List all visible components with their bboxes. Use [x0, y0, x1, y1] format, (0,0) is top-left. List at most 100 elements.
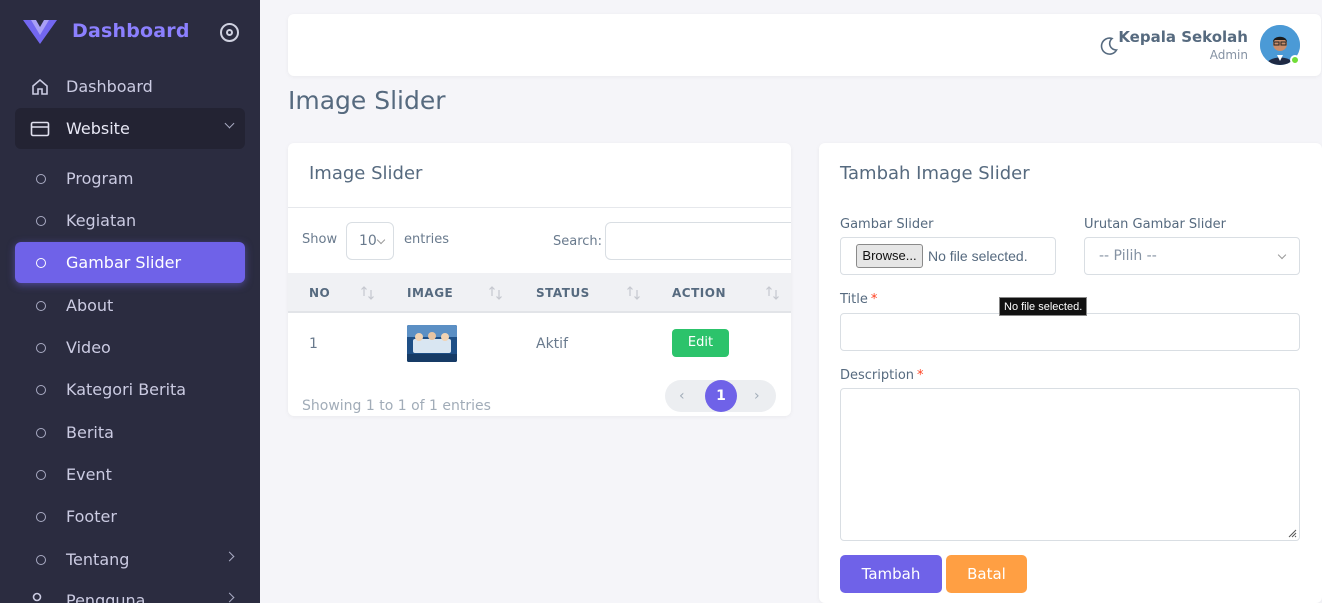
file-input-tooltip: No file selected. [999, 297, 1088, 316]
show-label: Show [302, 232, 338, 247]
chevron-right-icon [224, 592, 235, 603]
brand-name: Dashboard [72, 20, 190, 42]
sidebar-item-label: Kegiatan [66, 211, 137, 230]
chevron-right-icon [224, 551, 235, 562]
column-header-status[interactable]: STATUS [536, 286, 590, 300]
sidebar-item-berita[interactable]: Berita [15, 412, 245, 453]
pagination: ‹ 1 › [665, 380, 776, 412]
entries-label: entries [404, 232, 450, 247]
sidebar: Dashboard Dashboard Website Program Kegi… [0, 0, 260, 603]
sidebar-item-pengguna[interactable]: Pengguna [15, 580, 245, 603]
online-status-icon [1290, 55, 1300, 65]
logo-icon [23, 20, 57, 44]
required-mark: * [870, 292, 878, 307]
sidebar-item-label: Event [66, 465, 112, 484]
users-icon [32, 592, 42, 602]
edit-button[interactable]: Edit [672, 329, 729, 357]
sidebar-item-label: Website [66, 119, 130, 138]
pagination-prev-button[interactable]: ‹ [679, 388, 685, 404]
sidebar-item-label: Dashboard [66, 77, 153, 96]
table-info: Showing 1 to 1 of 1 entries [302, 398, 491, 414]
chevron-down-icon [224, 118, 235, 129]
sidebar-item-event[interactable]: Event [15, 454, 245, 495]
resize-handle-icon[interactable] [1286, 527, 1297, 538]
chevron-down-icon [1277, 250, 1287, 260]
sidebar-item-program[interactable]: Program [15, 158, 245, 199]
slider-thumbnail [407, 325, 457, 362]
circle-icon [36, 258, 46, 268]
sidebar-item-dashboard[interactable]: Dashboard [15, 66, 245, 107]
moon-icon[interactable] [1099, 36, 1119, 56]
circle-icon [36, 174, 46, 184]
user-role: Admin [1209, 48, 1248, 62]
sidebar-item-about[interactable]: About [15, 285, 245, 326]
sidebar-item-kategori-berita[interactable]: Kategori Berita [15, 369, 245, 410]
required-mark: * [917, 368, 924, 383]
description-textarea[interactable] [840, 388, 1300, 541]
batal-button[interactable]: Batal [946, 555, 1027, 593]
circle-icon [36, 216, 46, 226]
brand[interactable]: Dashboard [22, 18, 190, 44]
sidebar-item-gambar-slider[interactable]: Gambar Slider [15, 242, 245, 283]
circle-icon [36, 385, 46, 395]
browser-window-icon [30, 121, 50, 137]
urutan-select-value: -- Pilih -- [1099, 248, 1157, 264]
sidebar-item-kegiatan[interactable]: Kegiatan [15, 200, 245, 241]
sidebar-item-label: About [66, 296, 114, 315]
row-no: 1 [309, 336, 318, 352]
title-label: Title * [840, 292, 878, 307]
page-title: Image Slider [288, 86, 446, 115]
tambah-button[interactable]: Tambah [840, 555, 942, 593]
sidebar-item-label: Footer [66, 507, 117, 526]
home-icon [32, 78, 48, 95]
title-input[interactable] [840, 313, 1300, 351]
sidebar-toggle-icon[interactable] [220, 23, 239, 42]
circle-icon [36, 555, 46, 565]
sidebar-item-label: Tentang [66, 550, 130, 569]
column-header-no[interactable]: NO [309, 286, 330, 300]
sidebar-item-website[interactable]: Website [15, 108, 245, 149]
circle-icon [36, 512, 46, 522]
top-navbar: Kepala Sekolah Admin [288, 14, 1321, 76]
card-title: Image Slider [309, 163, 423, 184]
column-header-action[interactable]: ACTION [672, 286, 726, 300]
chevron-down-icon [376, 235, 386, 245]
file-status: No file selected. [928, 248, 1028, 264]
search-input[interactable] [605, 222, 791, 260]
sidebar-item-label: Kategori Berita [66, 380, 187, 399]
sidebar-item-tentang[interactable]: Tentang [15, 539, 245, 580]
column-header-image[interactable]: IMAGE [407, 286, 453, 300]
sort-icon[interactable] [626, 284, 642, 302]
sidebar-item-video[interactable]: Video [15, 327, 245, 368]
card-title: Tambah Image Slider [840, 163, 1030, 184]
gambar-slider-label: Gambar Slider [840, 217, 934, 232]
sort-icon[interactable] [360, 284, 376, 302]
sidebar-item-label: Berita [66, 423, 114, 442]
sort-icon[interactable] [765, 284, 781, 302]
user-name: Kepala Sekolah [1118, 28, 1248, 46]
circle-icon [36, 428, 46, 438]
page-size-value: 10 [359, 233, 377, 249]
description-label: Description * [840, 368, 924, 383]
sidebar-item-footer[interactable]: Footer [15, 496, 245, 537]
pagination-next-button[interactable]: › [754, 388, 760, 404]
row-status: Aktif [536, 336, 568, 352]
add-image-slider-card: Tambah Image Slider Gambar Slider Browse… [819, 143, 1322, 603]
sort-icon[interactable] [488, 284, 504, 302]
search-label: Search: [553, 234, 603, 249]
gambar-slider-file-input[interactable]: Browse... No file selected. [840, 237, 1056, 275]
sidebar-item-label: Video [66, 338, 111, 357]
sidebar-item-label: Pengguna [66, 591, 146, 603]
pagination-page-1[interactable]: 1 [705, 380, 737, 412]
table-header: NO IMAGE STATUS ACTION [288, 273, 791, 313]
sidebar-item-label: Gambar Slider [66, 253, 182, 272]
urutan-select[interactable]: -- Pilih -- [1084, 237, 1300, 275]
circle-icon [36, 470, 46, 480]
divider [288, 207, 791, 208]
circle-icon [36, 301, 46, 311]
urutan-label: Urutan Gambar Slider [1084, 217, 1227, 232]
table-row: 1 Aktif Edit [288, 315, 791, 371]
page-size-select[interactable]: 10 [346, 222, 394, 260]
sidebar-item-label: Program [66, 169, 134, 188]
browse-button[interactable]: Browse... [856, 244, 923, 268]
